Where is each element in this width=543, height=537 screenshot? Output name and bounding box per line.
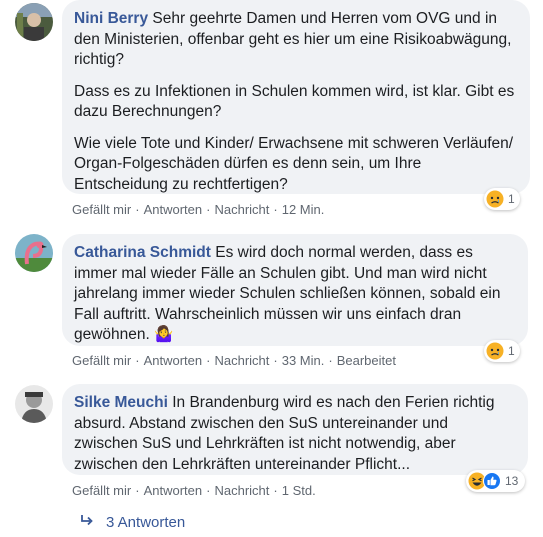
reply-link[interactable]: Antworten [144,353,203,368]
view-replies-link[interactable]: 3 Antworten [80,514,185,531]
avatar[interactable] [15,3,53,41]
like-link[interactable]: Gefällt mir [72,353,131,368]
reply-arrow-icon [80,514,94,531]
reaction-count: 13 [505,474,519,488]
reaction-count: 1 [508,344,515,358]
sad-reaction-icon [486,190,504,208]
sad-reaction-icon [486,342,504,360]
timestamp[interactable]: 12 Min. [282,202,325,217]
reaction-summary[interactable]: 1 [484,188,520,210]
timestamp[interactable]: 33 Min. [282,353,325,368]
edited-label[interactable]: Bearbeitet [337,353,396,368]
timestamp[interactable]: 1 Std. [282,483,316,498]
like-reaction-icon [483,472,501,490]
like-link[interactable]: Gefällt mir [72,483,131,498]
comment-bubble: Nini Berry Sehr geehrte Damen und Herren… [62,0,530,194]
message-link[interactable]: Nachricht [214,353,269,368]
comment-actions: Gefällt mir · Antworten · Nachricht · 33 Min. ·… [72,353,396,368]
comment-actions: Gefällt mir · Antworten · Nachricht · 12 Min. [72,202,325,217]
replies-count-label: 3 Antworten [106,514,186,531]
comment-author[interactable]: Silke Meuchi [74,394,168,411]
comment-bubble: Catharina Schmidt Es wird doch normal we… [62,234,528,346]
avatar[interactable] [15,385,53,423]
comment-author[interactable]: Catharina Schmidt [74,244,211,261]
comment-text: Wie viele Tote und Kinder/ Erwachsene mi… [74,134,514,193]
reaction-count: 1 [508,192,515,206]
reaction-summary[interactable]: 1 [484,340,520,362]
reply-link[interactable]: Antworten [144,202,203,217]
like-link[interactable]: Gefällt mir [72,202,131,217]
reply-link[interactable]: Antworten [144,483,203,498]
reaction-summary[interactable]: 13 [466,470,526,492]
comment-bubble: Silke Meuchi In Brandenburg wird es nach… [62,384,528,475]
comment-text: Dass es zu Infektionen in Schulen kommen… [74,82,515,121]
avatar[interactable] [15,234,53,272]
comment-actions: Gefällt mir · Antworten · Nachricht · 1 Std. [72,483,316,498]
message-link[interactable]: Nachricht [214,483,269,498]
comment-author[interactable]: Nini Berry [74,10,148,27]
message-link[interactable]: Nachricht [214,202,269,217]
